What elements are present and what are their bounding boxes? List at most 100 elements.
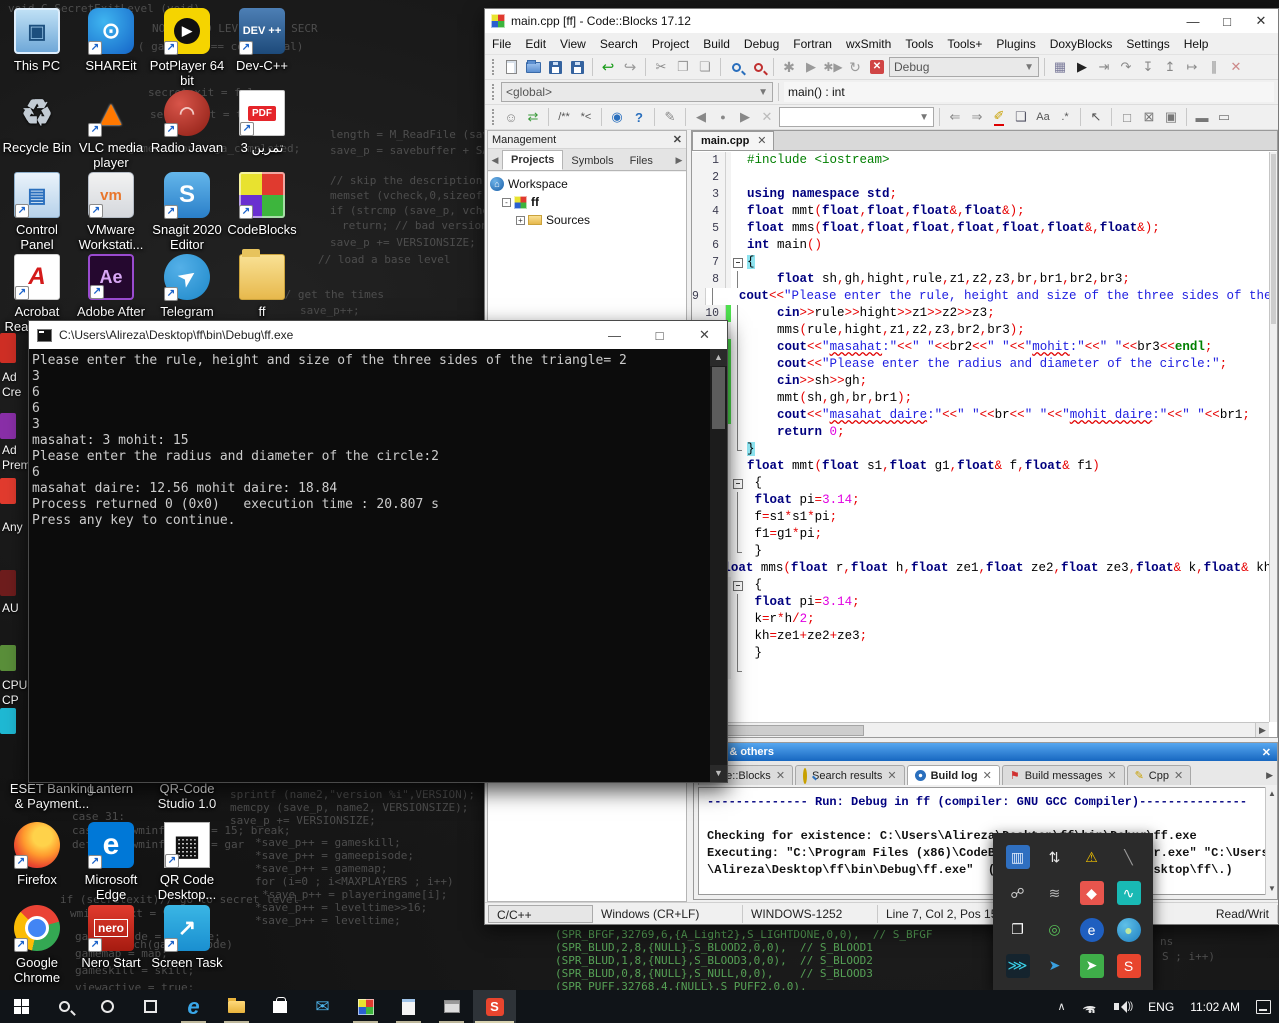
menu-build[interactable]: Build: [696, 34, 737, 54]
tree-node-workspace[interactable]: ⌂Workspace: [490, 175, 684, 193]
fold-margin[interactable]: [731, 475, 744, 492]
undo-button[interactable]: ↩: [598, 57, 618, 77]
find-button[interactable]: [726, 57, 746, 77]
cortana-button[interactable]: [86, 990, 129, 1023]
open-file-button[interactable]: [523, 57, 543, 77]
logs-tab-search-results[interactable]: Search results✕: [795, 765, 905, 785]
copy-button[interactable]: ❐: [673, 57, 693, 77]
selected-text-button[interactable]: ❑: [1011, 107, 1031, 127]
menu-project[interactable]: Project: [645, 34, 696, 54]
search-button[interactable]: [43, 990, 86, 1023]
tab-close-icon[interactable]: ✕: [983, 769, 992, 782]
desktop-icon-label-only[interactable]: QR-CodeStudio 1.0: [141, 781, 233, 811]
logs-tab-build-log[interactable]: Build log✕: [907, 765, 1000, 785]
taskbar-console[interactable]: [430, 990, 473, 1023]
scroll-up-icon[interactable]: ▲: [1268, 789, 1276, 798]
build-and-run-button[interactable]: ✱▶: [823, 57, 843, 77]
tray-chevron-icon[interactable]: ∧: [1049, 990, 1073, 1023]
editor-tabbar[interactable]: main.cpp ✕: [692, 131, 1277, 151]
clock[interactable]: 11:02 AM: [1182, 990, 1248, 1023]
debug-run-button[interactable]: ▶: [1072, 57, 1092, 77]
taskbar-snagit[interactable]: S: [473, 990, 516, 1023]
close-button[interactable]: ✕: [1244, 13, 1278, 29]
tree-node-ff[interactable]: -ff: [490, 193, 684, 211]
compiler-options-button[interactable]: ▦: [1050, 57, 1070, 77]
management-tab-projects[interactable]: Projects: [502, 150, 563, 170]
debug-target-combobox[interactable]: Debug▼: [889, 57, 1039, 77]
tab-close-icon[interactable]: ✕: [1174, 769, 1183, 782]
incremental-search-combobox[interactable]: ▼: [779, 107, 934, 127]
menu-doxyblocks[interactable]: DoxyBlocks: [1043, 34, 1120, 54]
doxyblocks-button[interactable]: ☺: [501, 107, 521, 127]
action-center-icon[interactable]: [1248, 990, 1279, 1023]
tab-close-icon[interactable]: ✕: [776, 769, 785, 782]
desktop-icon-codeblocks[interactable]: ↗CodeBlocks: [216, 172, 308, 237]
step-out-button[interactable]: ↥: [1160, 57, 1180, 77]
taskbar-codeblocks[interactable]: [344, 990, 387, 1023]
satellite-icon[interactable]: ☍: [1006, 881, 1030, 905]
desktop-icon--3[interactable]: PDF↗تمرین 3: [216, 90, 308, 155]
tab-main-cpp[interactable]: main.cpp ✕: [692, 131, 774, 150]
tab-scroll-left-icon[interactable]: ◀: [488, 155, 502, 170]
break-debugger-button[interactable]: ∥: [1204, 57, 1224, 77]
scroll-down-icon[interactable]: ▼: [1268, 884, 1276, 893]
editor-panel[interactable]: main.cpp ✕ 1#include <iostream>23using n…: [691, 130, 1278, 738]
next-instruction-button[interactable]: ↦: [1182, 57, 1202, 77]
wifi-share-icon[interactable]: ∿: [1117, 881, 1141, 905]
settings-wrench-button[interactable]: ✎: [660, 107, 680, 127]
scroll-down-icon[interactable]: ▼: [710, 765, 727, 782]
save-button[interactable]: [545, 57, 565, 77]
scroll-right-arrow-icon[interactable]: ▶: [1255, 723, 1269, 737]
console-minimize-button[interactable]: —: [592, 328, 637, 343]
logs-tabbar[interactable]: Code::Blocks✕Search results✕Build log✕⚑B…: [694, 761, 1277, 785]
menu-wxsmith[interactable]: wxSmith: [839, 34, 898, 54]
block-comment-button[interactable]: /**: [554, 107, 574, 127]
editor-horizontal-scrollbar[interactable]: ▶: [692, 722, 1269, 737]
menu-file[interactable]: File: [485, 34, 518, 54]
run-button[interactable]: ▶: [801, 57, 821, 77]
taskbar-mail[interactable]: ✉: [301, 990, 344, 1023]
management-close-icon[interactable]: ✕: [673, 133, 682, 146]
expand-icon[interactable]: +: [516, 216, 525, 225]
sync-icon[interactable]: ≋: [1043, 881, 1067, 905]
management-tabs[interactable]: ◀ProjectsSymbolsFiles▶: [488, 149, 686, 171]
logs-scrollbar[interactable]: ▲▼: [1265, 787, 1277, 895]
menu-plugins[interactable]: Plugins: [989, 34, 1042, 54]
rebuild-button[interactable]: ↻: [845, 57, 865, 77]
match-case-button[interactable]: Aa: [1033, 107, 1053, 127]
desktop-icon-qr-code[interactable]: ▦↗QR CodeDesktop...: [141, 822, 233, 902]
secondary-toolbar[interactable]: ☺⇄/***<◉?✎◀●▶✕ ▼⇐⇒✐❑Aa.*↖□⊠▣▬▭: [485, 105, 1278, 130]
menu-bar[interactable]: FileEditViewSearchProjectBuildDebugFortr…: [485, 33, 1278, 55]
taskbar-edge[interactable]: e: [172, 990, 215, 1023]
management-tab-files[interactable]: Files: [622, 152, 661, 170]
volume-icon[interactable]: )): [1106, 990, 1141, 1023]
clipboard-icon[interactable]: ❐: [1006, 918, 1030, 942]
stream-icon[interactable]: ⋙: [1006, 954, 1030, 978]
cut-button[interactable]: ✂: [651, 57, 671, 77]
menu-view[interactable]: View: [553, 34, 593, 54]
tabs-overflow-icon[interactable]: ▶: [1266, 770, 1273, 785]
menu-settings[interactable]: Settings: [1119, 34, 1176, 54]
console-titlebar[interactable]: C:\Users\Alireza\Desktop\ff\bin\Debug\ff…: [29, 321, 727, 349]
scope-combobox[interactable]: <global>▼: [501, 82, 773, 102]
taskbar-notepad[interactable]: [387, 990, 430, 1023]
stop-debugger-button[interactable]: ✕: [1226, 57, 1246, 77]
tray-overflow-popup[interactable]: ▥⇅⚠╲☍≋◆∿❐◎e●⋙➤➤S: [993, 833, 1153, 990]
next-line-button[interactable]: ↷: [1116, 57, 1136, 77]
red-diamond-icon[interactable]: ◆: [1080, 881, 1104, 905]
code-completion-toolbar[interactable]: <global>▼ main() : int: [485, 80, 1278, 105]
codeblocks-titlebar[interactable]: main.cpp [ff] - Code::Blocks 17.12 — □ ✕: [485, 9, 1278, 33]
hidden-device-icon[interactable]: ╲: [1117, 845, 1141, 869]
doxy-wizard-button[interactable]: ◉: [607, 107, 627, 127]
taskbar-store[interactable]: [258, 990, 301, 1023]
desktop-icon-ff[interactable]: ff: [216, 254, 308, 319]
tree-node-sources[interactable]: +Sources: [490, 211, 684, 229]
scroll-up-icon[interactable]: ▲: [710, 349, 727, 366]
redo-button[interactable]: ↪: [620, 57, 640, 77]
wxsmith-window-button[interactable]: □: [1117, 107, 1137, 127]
menu-help[interactable]: Help: [1177, 34, 1216, 54]
window-v-button[interactable]: ▭: [1214, 107, 1234, 127]
logs-panel[interactable]: Logs & others ✕ Code::Blocks✕Search resu…: [693, 742, 1278, 900]
symbol-combobox[interactable]: main() : int: [784, 82, 1274, 102]
minimize-button[interactable]: —: [1176, 14, 1210, 29]
